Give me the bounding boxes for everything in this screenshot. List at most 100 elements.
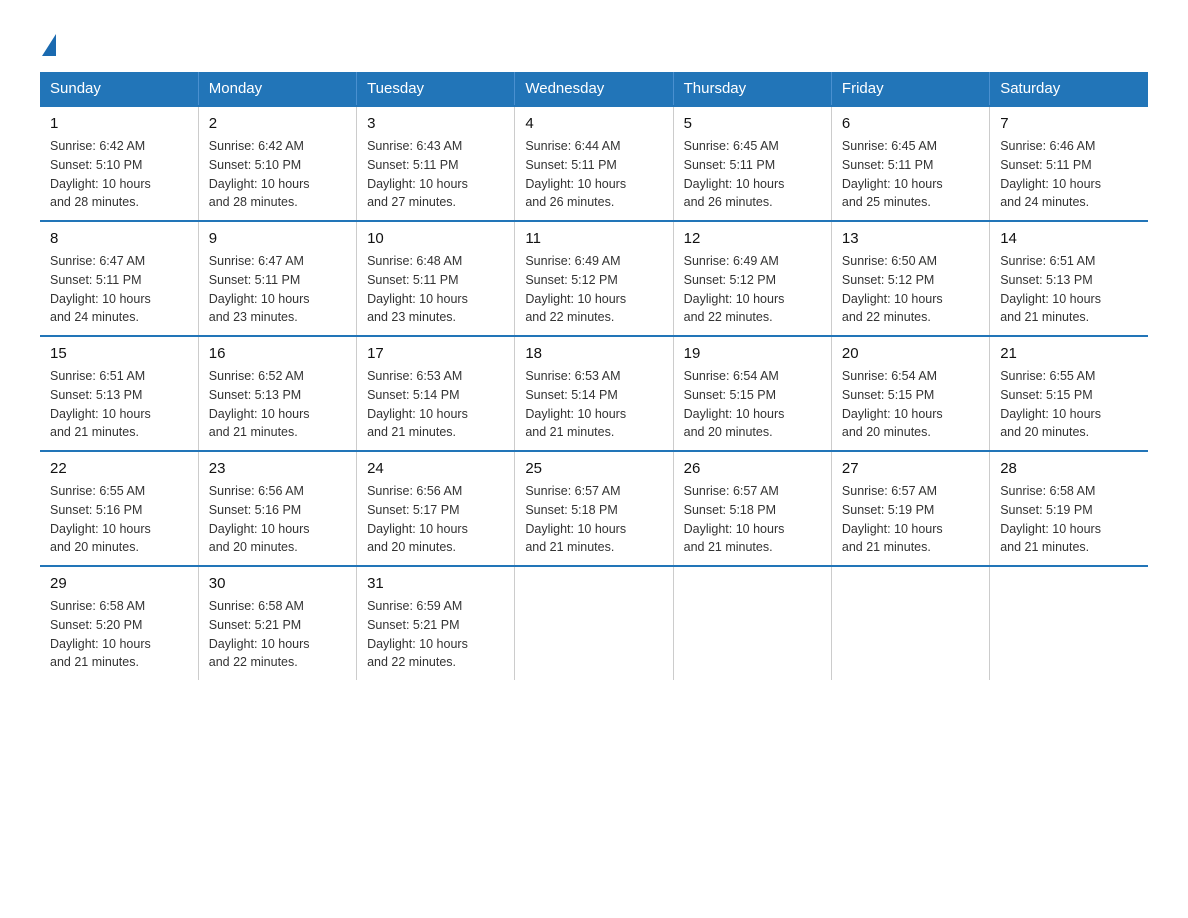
header-wednesday: Wednesday [515,72,673,106]
day-info: Sunrise: 6:58 AM Sunset: 5:21 PM Dayligh… [209,597,346,672]
day-number: 2 [209,115,346,132]
week-row-4: 22 Sunrise: 6:55 AM Sunset: 5:16 PM Dayl… [40,451,1148,566]
calendar-cell: 2 Sunrise: 6:42 AM Sunset: 5:10 PM Dayli… [198,106,356,221]
day-number: 14 [1000,230,1138,247]
day-number: 7 [1000,115,1138,132]
day-info: Sunrise: 6:49 AM Sunset: 5:12 PM Dayligh… [684,252,821,327]
day-info: Sunrise: 6:42 AM Sunset: 5:10 PM Dayligh… [209,137,346,212]
calendar-cell: 23 Sunrise: 6:56 AM Sunset: 5:16 PM Dayl… [198,451,356,566]
day-number: 25 [525,460,662,477]
day-info: Sunrise: 6:53 AM Sunset: 5:14 PM Dayligh… [525,367,662,442]
day-number: 16 [209,345,346,362]
day-info: Sunrise: 6:56 AM Sunset: 5:17 PM Dayligh… [367,482,504,557]
day-number: 22 [50,460,188,477]
calendar-cell: 28 Sunrise: 6:58 AM Sunset: 5:19 PM Dayl… [990,451,1148,566]
calendar-cell: 7 Sunrise: 6:46 AM Sunset: 5:11 PM Dayli… [990,106,1148,221]
day-number: 1 [50,115,188,132]
day-info: Sunrise: 6:55 AM Sunset: 5:16 PM Dayligh… [50,482,188,557]
header-saturday: Saturday [990,72,1148,106]
calendar-cell: 19 Sunrise: 6:54 AM Sunset: 5:15 PM Dayl… [673,336,831,451]
day-number: 27 [842,460,979,477]
day-info: Sunrise: 6:43 AM Sunset: 5:11 PM Dayligh… [367,137,504,212]
day-info: Sunrise: 6:46 AM Sunset: 5:11 PM Dayligh… [1000,137,1138,212]
header-sunday: Sunday [40,72,198,106]
header-tuesday: Tuesday [357,72,515,106]
day-info: Sunrise: 6:56 AM Sunset: 5:16 PM Dayligh… [209,482,346,557]
calendar-cell: 20 Sunrise: 6:54 AM Sunset: 5:15 PM Dayl… [831,336,989,451]
calendar-cell: 13 Sunrise: 6:50 AM Sunset: 5:12 PM Dayl… [831,221,989,336]
day-number: 9 [209,230,346,247]
calendar-cell: 25 Sunrise: 6:57 AM Sunset: 5:18 PM Dayl… [515,451,673,566]
day-number: 17 [367,345,504,362]
day-number: 24 [367,460,504,477]
calendar-cell: 4 Sunrise: 6:44 AM Sunset: 5:11 PM Dayli… [515,106,673,221]
day-number: 13 [842,230,979,247]
day-number: 11 [525,230,662,247]
calendar-cell: 29 Sunrise: 6:58 AM Sunset: 5:20 PM Dayl… [40,566,198,680]
day-info: Sunrise: 6:54 AM Sunset: 5:15 PM Dayligh… [684,367,821,442]
calendar-cell: 3 Sunrise: 6:43 AM Sunset: 5:11 PM Dayli… [357,106,515,221]
calendar-cell [515,566,673,680]
week-row-1: 1 Sunrise: 6:42 AM Sunset: 5:10 PM Dayli… [40,106,1148,221]
calendar-cell: 8 Sunrise: 6:47 AM Sunset: 5:11 PM Dayli… [40,221,198,336]
page-header [40,30,1148,52]
day-info: Sunrise: 6:45 AM Sunset: 5:11 PM Dayligh… [842,137,979,212]
calendar-cell: 31 Sunrise: 6:59 AM Sunset: 5:21 PM Dayl… [357,566,515,680]
calendar-cell [673,566,831,680]
calendar-cell: 21 Sunrise: 6:55 AM Sunset: 5:15 PM Dayl… [990,336,1148,451]
calendar-table: SundayMondayTuesdayWednesdayThursdayFrid… [40,72,1148,680]
calendar-cell: 27 Sunrise: 6:57 AM Sunset: 5:19 PM Dayl… [831,451,989,566]
day-info: Sunrise: 6:57 AM Sunset: 5:18 PM Dayligh… [684,482,821,557]
day-info: Sunrise: 6:42 AM Sunset: 5:10 PM Dayligh… [50,137,188,212]
day-number: 21 [1000,345,1138,362]
day-info: Sunrise: 6:48 AM Sunset: 5:11 PM Dayligh… [367,252,504,327]
calendar-cell: 1 Sunrise: 6:42 AM Sunset: 5:10 PM Dayli… [40,106,198,221]
day-number: 31 [367,575,504,592]
day-number: 18 [525,345,662,362]
day-number: 10 [367,230,504,247]
calendar-cell: 5 Sunrise: 6:45 AM Sunset: 5:11 PM Dayli… [673,106,831,221]
calendar-cell: 15 Sunrise: 6:51 AM Sunset: 5:13 PM Dayl… [40,336,198,451]
calendar-cell: 17 Sunrise: 6:53 AM Sunset: 5:14 PM Dayl… [357,336,515,451]
day-info: Sunrise: 6:52 AM Sunset: 5:13 PM Dayligh… [209,367,346,442]
day-number: 12 [684,230,821,247]
day-info: Sunrise: 6:49 AM Sunset: 5:12 PM Dayligh… [525,252,662,327]
calendar-cell: 22 Sunrise: 6:55 AM Sunset: 5:16 PM Dayl… [40,451,198,566]
day-number: 8 [50,230,188,247]
calendar-cell: 18 Sunrise: 6:53 AM Sunset: 5:14 PM Dayl… [515,336,673,451]
calendar-header: SundayMondayTuesdayWednesdayThursdayFrid… [40,72,1148,106]
calendar-cell [990,566,1148,680]
day-number: 23 [209,460,346,477]
header-friday: Friday [831,72,989,106]
day-number: 3 [367,115,504,132]
day-number: 5 [684,115,821,132]
day-info: Sunrise: 6:47 AM Sunset: 5:11 PM Dayligh… [50,252,188,327]
calendar-cell: 6 Sunrise: 6:45 AM Sunset: 5:11 PM Dayli… [831,106,989,221]
day-info: Sunrise: 6:57 AM Sunset: 5:19 PM Dayligh… [842,482,979,557]
week-row-3: 15 Sunrise: 6:51 AM Sunset: 5:13 PM Dayl… [40,336,1148,451]
calendar-cell: 16 Sunrise: 6:52 AM Sunset: 5:13 PM Dayl… [198,336,356,451]
day-info: Sunrise: 6:51 AM Sunset: 5:13 PM Dayligh… [50,367,188,442]
day-info: Sunrise: 6:54 AM Sunset: 5:15 PM Dayligh… [842,367,979,442]
calendar-cell: 12 Sunrise: 6:49 AM Sunset: 5:12 PM Dayl… [673,221,831,336]
day-number: 30 [209,575,346,592]
day-info: Sunrise: 6:58 AM Sunset: 5:19 PM Dayligh… [1000,482,1138,557]
day-number: 29 [50,575,188,592]
header-row: SundayMondayTuesdayWednesdayThursdayFrid… [40,72,1148,106]
calendar-cell: 24 Sunrise: 6:56 AM Sunset: 5:17 PM Dayl… [357,451,515,566]
week-row-2: 8 Sunrise: 6:47 AM Sunset: 5:11 PM Dayli… [40,221,1148,336]
week-row-5: 29 Sunrise: 6:58 AM Sunset: 5:20 PM Dayl… [40,566,1148,680]
day-info: Sunrise: 6:44 AM Sunset: 5:11 PM Dayligh… [525,137,662,212]
header-thursday: Thursday [673,72,831,106]
day-number: 26 [684,460,821,477]
calendar-cell: 14 Sunrise: 6:51 AM Sunset: 5:13 PM Dayl… [990,221,1148,336]
header-monday: Monday [198,72,356,106]
day-info: Sunrise: 6:58 AM Sunset: 5:20 PM Dayligh… [50,597,188,672]
day-number: 20 [842,345,979,362]
day-info: Sunrise: 6:51 AM Sunset: 5:13 PM Dayligh… [1000,252,1138,327]
day-number: 4 [525,115,662,132]
calendar-cell: 30 Sunrise: 6:58 AM Sunset: 5:21 PM Dayl… [198,566,356,680]
calendar-body: 1 Sunrise: 6:42 AM Sunset: 5:10 PM Dayli… [40,106,1148,680]
day-number: 6 [842,115,979,132]
day-number: 19 [684,345,821,362]
